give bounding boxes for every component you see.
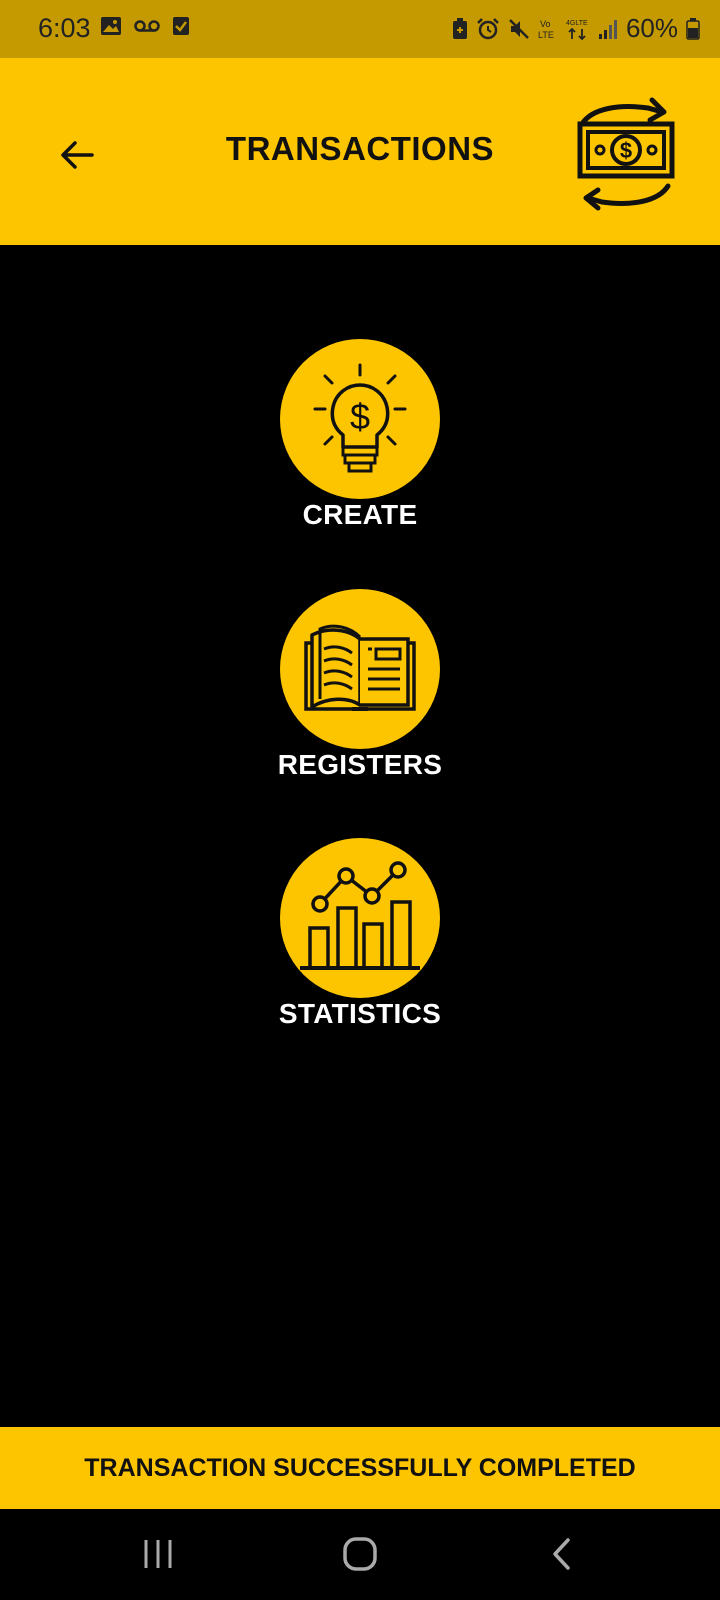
volte-text: Vo — [540, 19, 551, 29]
app-bar: TRANSACTIONS $ — [0, 58, 720, 245]
nav-back-button[interactable] — [532, 1534, 592, 1574]
registers-label[interactable]: REGISTERS — [0, 749, 720, 781]
checkbox-icon — [173, 17, 189, 35]
signal-icon — [598, 19, 617, 39]
system-nav-bar — [0, 1509, 720, 1600]
alarm-icon — [477, 17, 499, 39]
create-circle[interactable]: $ — [280, 339, 440, 499]
image-icon — [101, 17, 121, 35]
create-label[interactable]: CREATE — [0, 499, 720, 531]
registers-circle[interactable] — [280, 589, 440, 749]
battery-saver-icon — [452, 17, 467, 39]
lightbulb-dollar-icon: $ — [313, 363, 407, 473]
status-left-icons — [100, 16, 190, 36]
statistics-label[interactable]: STATISTICS — [0, 998, 720, 1030]
status-time: 6:03 — [38, 13, 91, 43]
4g-lte-icon: 4GLTE — [566, 20, 588, 40]
svg-text:$: $ — [350, 396, 370, 437]
voicemail-icon — [134, 20, 160, 32]
4g-lte-text: 4GLTE — [566, 20, 588, 27]
open-book-icon — [304, 624, 416, 711]
menu-item-statistics[interactable]: STATISTICS — [0, 838, 720, 1030]
battery-icon — [686, 17, 700, 40]
back-icon — [553, 1538, 570, 1570]
money-exchange-icon: $ — [577, 97, 675, 211]
bar-line-chart-icon — [300, 861, 420, 970]
recents-icon — [144, 1540, 172, 1568]
home-icon — [343, 1537, 377, 1571]
battery-percent: 60% — [625, 13, 678, 43]
volte-icon: Vo LTE — [538, 19, 554, 40]
recents-button[interactable] — [128, 1534, 188, 1574]
home-button[interactable] — [330, 1534, 390, 1574]
statistics-circle[interactable] — [280, 838, 440, 998]
svg-text:$: $ — [620, 138, 632, 163]
menu-item-registers[interactable]: REGISTERS — [0, 589, 720, 781]
status-right-icons: Vo LTE 4GLTE 60% — [452, 13, 700, 44]
lte-text: LTE — [538, 30, 554, 40]
success-toast: TRANSACTION SUCCESSFULLY COMPLETED — [0, 1427, 720, 1509]
mute-icon — [509, 18, 529, 39]
status-bar: 6:03 Vo LTE 4GLTE 60% — [0, 0, 720, 58]
menu-item-create[interactable]: $ CREATE — [0, 339, 720, 531]
